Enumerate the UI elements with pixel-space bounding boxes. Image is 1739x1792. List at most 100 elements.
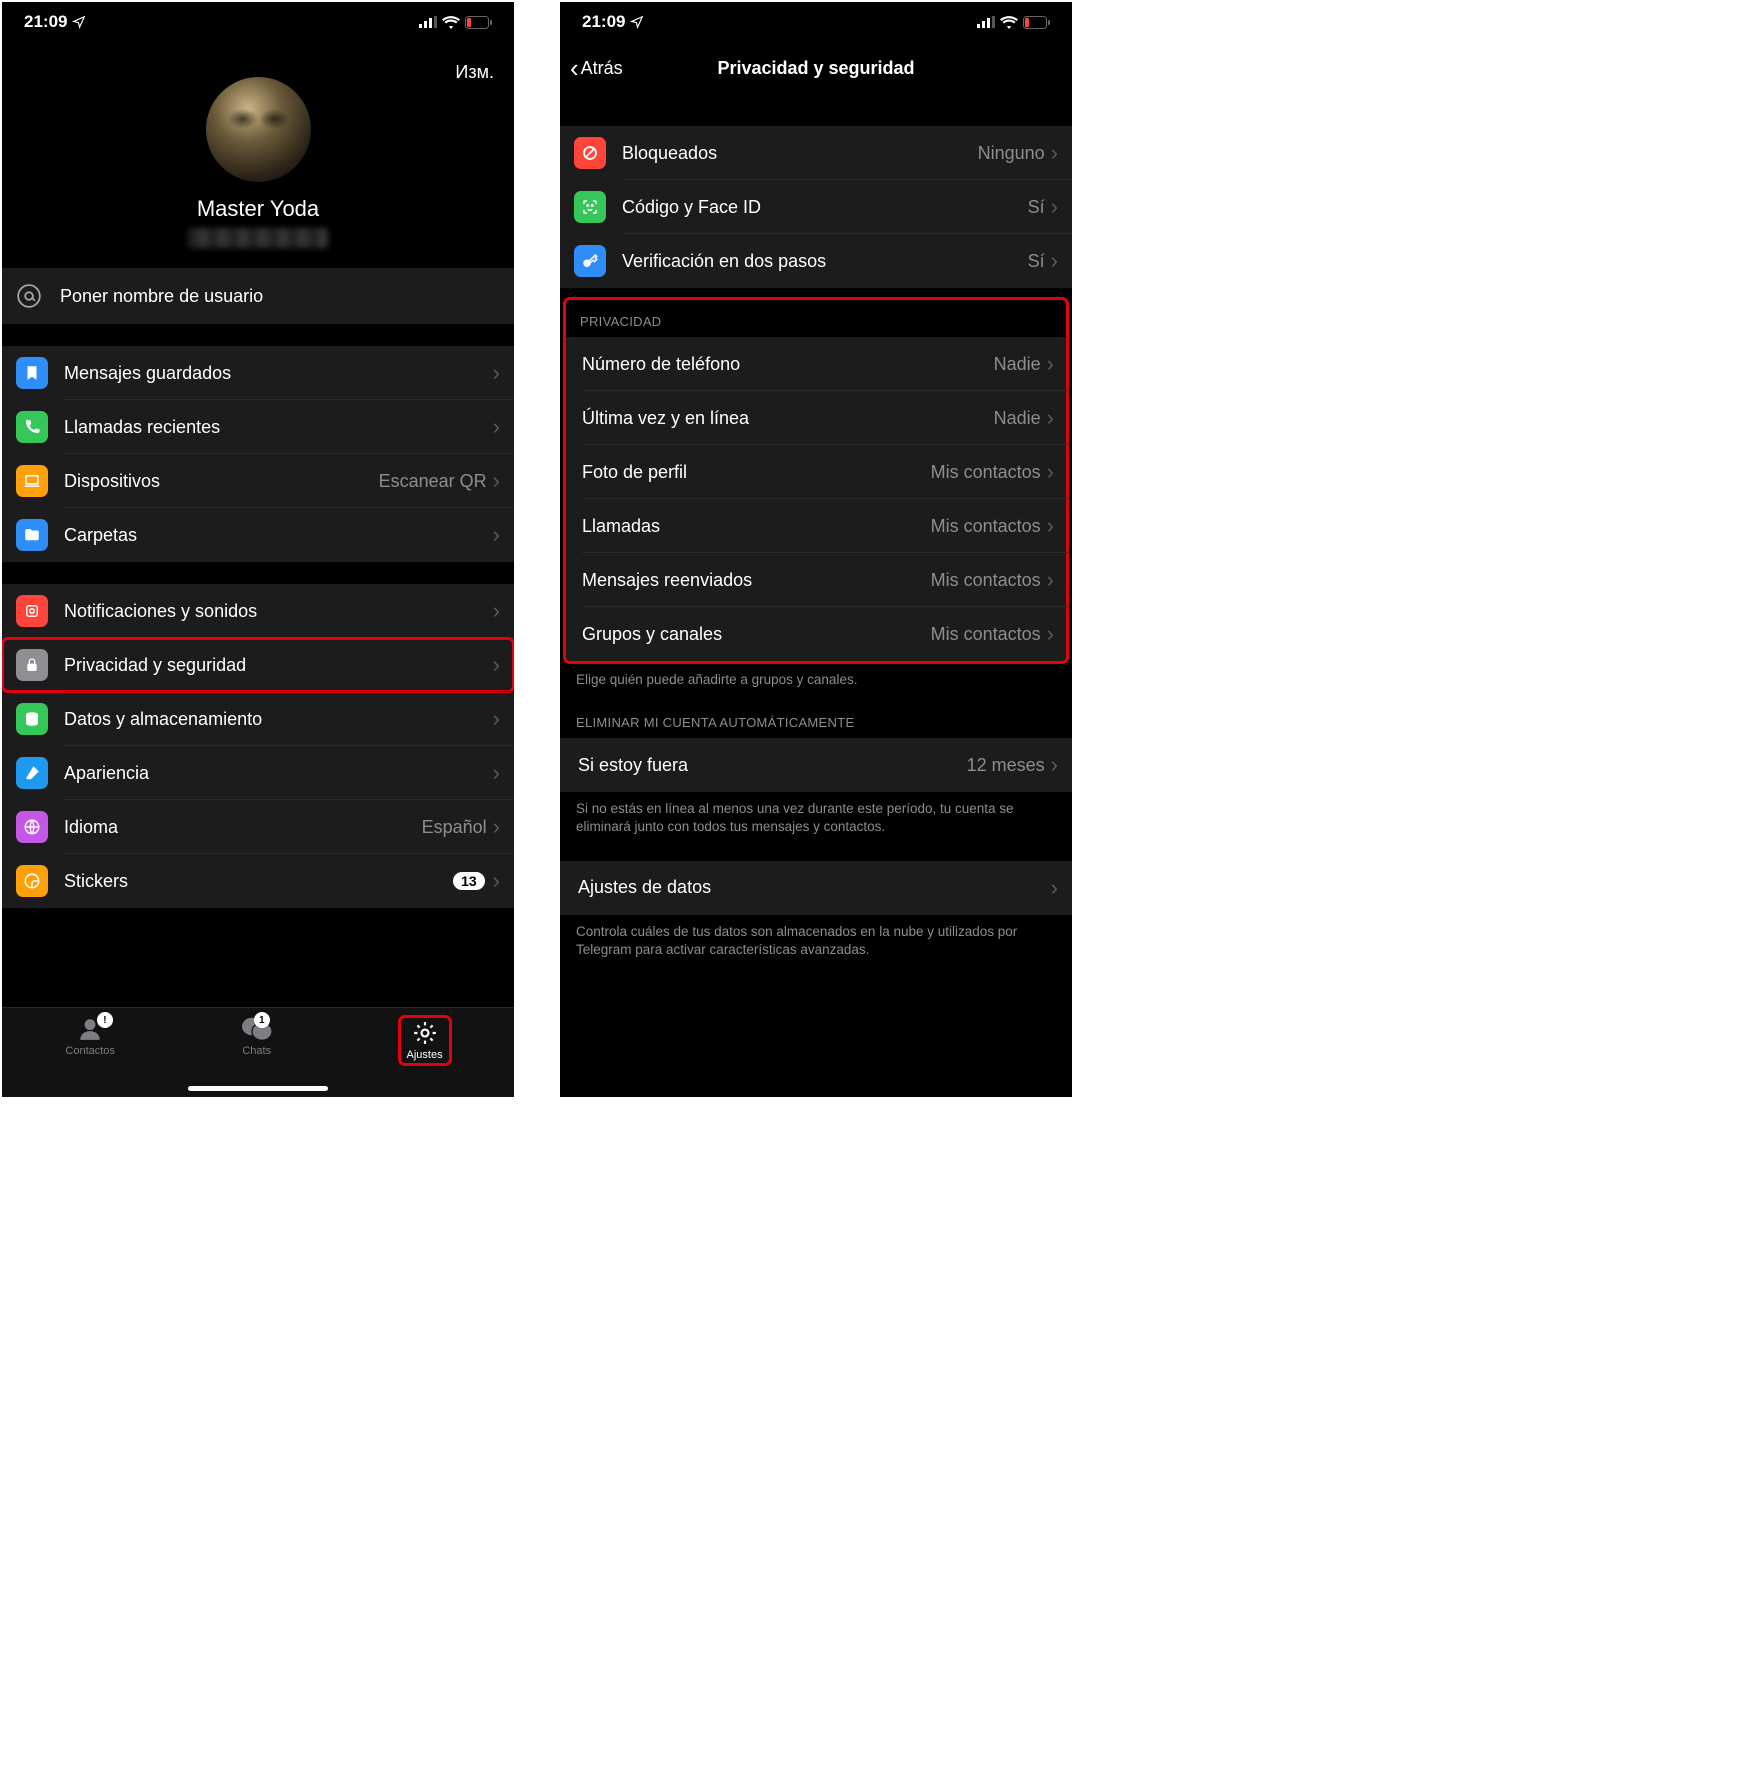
brush-icon xyxy=(16,757,48,789)
battery-icon xyxy=(465,16,492,29)
mensajes-reenviados-row[interactable]: Mensajes reenviadosMis contactos› xyxy=(564,553,1068,607)
bookmark-icon xyxy=(16,357,48,389)
llamadas-recientes-row[interactable]: Llamadas recientes› xyxy=(2,400,514,454)
chevron-right-icon: › xyxy=(493,814,500,840)
data-settings-row[interactable]: Ajustes de datos › xyxy=(560,861,1072,915)
chevron-right-icon: › xyxy=(1047,513,1054,539)
back-button[interactable]: ‹ Atrás xyxy=(570,53,623,84)
carpetas-label: Carpetas xyxy=(64,525,493,546)
privacy-footer: Elige quién puede añadirte a grupos y ca… xyxy=(560,663,1072,689)
chevron-right-icon: › xyxy=(1051,875,1058,901)
location-icon xyxy=(630,15,644,29)
apariencia-row[interactable]: Apariencia› xyxy=(2,746,514,800)
phone-icon xyxy=(16,411,48,443)
status-time: 21:09 xyxy=(24,12,67,32)
chevron-right-icon: › xyxy=(493,598,500,624)
tab-contacts-label: Contactos xyxy=(65,1045,115,1057)
llamadas-row[interactable]: LlamadasMis contactos › xyxy=(564,499,1068,553)
bell-icon xyxy=(16,595,48,627)
lock-icon xyxy=(16,649,48,681)
privacy-group-highlight: PRIVACIDAD Número de teléfonoNadie › Últim… xyxy=(564,298,1068,663)
privacidad-y-seguridad-row[interactable]: Privacidad y seguridad› xyxy=(2,638,514,692)
battery-icon xyxy=(1023,16,1050,29)
chevron-right-icon: › xyxy=(1047,351,1054,377)
codigo-y-face-id-row[interactable]: Código y Face IDSí› xyxy=(560,180,1072,234)
data-settings-group: Ajustes de datos › xyxy=(560,861,1072,915)
dispositivos-label: Dispositivos xyxy=(64,471,379,492)
chevron-right-icon: › xyxy=(493,706,500,732)
stickers-badge: 13 xyxy=(453,872,485,890)
home-indicator[interactable] xyxy=(188,1086,328,1091)
llamadas-label: Llamadas xyxy=(582,516,931,537)
chevron-right-icon: › xyxy=(1047,621,1054,647)
at-icon xyxy=(16,283,42,309)
status-bar: 21:09 xyxy=(560,2,1072,42)
bloqueados-row[interactable]: BloqueadosNinguno › xyxy=(560,126,1072,180)
dispositivos-value: Escanear QR xyxy=(379,471,487,492)
stickers-row[interactable]: Stickers13› xyxy=(2,854,514,908)
privacy-header: PRIVACIDAD xyxy=(564,298,1068,337)
chevron-right-icon: › xyxy=(493,652,500,678)
foto-de-perfil-value: Mis contactos xyxy=(931,462,1041,483)
carpetas-row[interactable]: Carpetas› xyxy=(2,508,514,562)
phone-settings-screen: 21:09 Изм. Master Yoda Poner xyxy=(2,2,514,1097)
idioma-row[interactable]: IdiomaEspañol› xyxy=(2,800,514,854)
nav-header: ‹ Atrás Privacidad y seguridad xyxy=(560,42,1072,94)
tab-settings-label: Ajustes xyxy=(407,1049,443,1061)
stickers-label: Stickers xyxy=(64,871,453,892)
laptop-icon xyxy=(16,465,48,497)
faceid-icon xyxy=(574,191,606,223)
delete-group: Si estoy fuera 12 meses › xyxy=(560,738,1072,792)
privacy-group: Número de teléfonoNadie › Última vez y en … xyxy=(564,337,1068,661)
verificacion-en-dos-pasos-label: Verificación en dos pasos xyxy=(622,251,1028,272)
verificacion-en-dos-pasos-row[interactable]: Verificación en dos pasosSí › xyxy=(560,234,1072,288)
globe-icon xyxy=(16,811,48,843)
llamadas-value: Mis contactos xyxy=(931,516,1041,537)
tab-chats[interactable]: 1 Chats xyxy=(242,1016,272,1057)
wifi-icon xyxy=(442,16,460,29)
away-row[interactable]: Si estoy fuera 12 meses › xyxy=(560,738,1072,792)
chevron-right-icon: › xyxy=(493,414,500,440)
status-time: 21:09 xyxy=(582,12,625,32)
profile-phone-blurred xyxy=(188,228,328,248)
settings-group-2: Notificaciones y sonidos›Privacidad y se… xyxy=(2,584,514,908)
chevron-right-icon: › xyxy=(1051,248,1058,274)
grupos-y-canales-row[interactable]: Grupos y canalesMis contactos› xyxy=(564,607,1068,661)
set-username-row[interactable]: Poner nombre de usuario xyxy=(2,268,514,324)
folder-icon xyxy=(16,519,48,551)
away-value: 12 meses xyxy=(967,755,1045,776)
foto-de-perfil-label: Foto de perfil xyxy=(582,462,931,483)
delete-header: ELIMINAR MI CUENTA AUTOMÁTICAMENTE xyxy=(560,689,1072,738)
settings-group-1: Mensajes guardados›Llamadas recientes›Di… xyxy=(2,346,514,562)
notificaciones-y-sonidos-row[interactable]: Notificaciones y sonidos› xyxy=(2,584,514,638)
tab-contacts[interactable]: ! Contactos xyxy=(65,1016,115,1057)
ultima-vez-y-en-linea-row[interactable]: Última vez y en líneaNadie› xyxy=(564,391,1068,445)
signal-icon xyxy=(977,16,995,28)
mensajes-guardados-row[interactable]: Mensajes guardados› xyxy=(2,346,514,400)
datos-y-almacenamiento-row[interactable]: Datos y almacenamiento› xyxy=(2,692,514,746)
datos-y-almacenamiento-label: Datos y almacenamiento xyxy=(64,709,493,730)
bloqueados-label: Bloqueados xyxy=(622,143,978,164)
grupos-y-canales-label: Grupos y canales xyxy=(582,624,931,645)
data-settings-label: Ajustes de datos xyxy=(578,877,1051,898)
llamadas-recientes-label: Llamadas recientes xyxy=(64,417,493,438)
chats-badge: 1 xyxy=(254,1012,270,1028)
mensajes-reenviados-label: Mensajes reenviados xyxy=(582,570,931,591)
avatar[interactable] xyxy=(206,77,311,182)
tab-settings[interactable]: Ajustes xyxy=(399,1016,451,1065)
codigo-y-face-id-label: Código y Face ID xyxy=(622,197,1028,218)
edit-button[interactable]: Изм. xyxy=(455,62,494,83)
privacidad-y-seguridad-label: Privacidad y seguridad xyxy=(64,655,493,676)
tab-chats-label: Chats xyxy=(242,1045,271,1057)
foto-de-perfil-row[interactable]: Foto de perfilMis contactos› xyxy=(564,445,1068,499)
verificacion-en-dos-pasos-value: Sí xyxy=(1028,251,1045,272)
bloqueados-value: Ninguno xyxy=(978,143,1045,164)
dispositivos-row[interactable]: DispositivosEscanear QR› xyxy=(2,454,514,508)
mensajes-guardados-label: Mensajes guardados xyxy=(64,363,493,384)
numero-de-telefono-label: Número de teléfono xyxy=(582,354,994,375)
numero-de-telefono-value: Nadie xyxy=(994,354,1041,375)
location-icon xyxy=(72,15,86,29)
wifi-icon xyxy=(1000,16,1018,29)
numero-de-telefono-row[interactable]: Número de teléfonoNadie › xyxy=(564,337,1068,391)
chevron-right-icon: › xyxy=(1051,140,1058,166)
